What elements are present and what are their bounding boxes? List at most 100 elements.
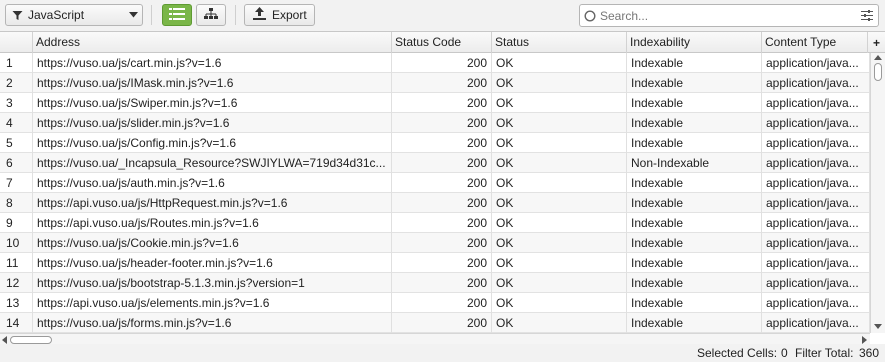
horizontal-scrollbar[interactable] [0, 333, 870, 344]
status-code-cell[interactable]: 200 [392, 273, 492, 293]
table-row[interactable]: 11 https://vuso.ua/js/header-footer.min.j… [0, 253, 870, 273]
indexability-cell[interactable]: Indexable [627, 53, 762, 73]
status-code-cell[interactable]: 200 [392, 53, 492, 73]
status-cell[interactable]: OK [492, 133, 627, 153]
row-index[interactable]: 10 [0, 233, 33, 253]
column-header-content-type[interactable]: Content Type [762, 32, 868, 53]
row-index[interactable]: 3 [0, 93, 33, 113]
status-cell[interactable]: OK [492, 193, 627, 213]
address-cell[interactable]: https://vuso.ua/js/bootstrap-5.1.3.min.j… [33, 273, 392, 293]
status-cell[interactable]: OK [492, 153, 627, 173]
filter-settings-icon[interactable] [856, 10, 878, 21]
filter-dropdown[interactable]: JavaScript [5, 4, 143, 26]
address-cell[interactable]: https://vuso.ua/js/header-footer.min.js?… [33, 253, 392, 273]
content-type-cell[interactable]: application/java... [762, 253, 870, 273]
table-row[interactable]: 8 https://api.vuso.ua/js/HttpRequest.min.… [0, 193, 870, 213]
table-row[interactable]: 2 https://vuso.ua/js/IMask.min.js?v=1.6 20… [0, 73, 870, 93]
status-cell[interactable]: OK [492, 173, 627, 193]
status-code-cell[interactable]: 200 [392, 233, 492, 253]
row-index[interactable]: 2 [0, 73, 33, 93]
column-header-status-code[interactable]: Status Code [392, 32, 492, 53]
indexability-cell[interactable]: Indexable [627, 173, 762, 193]
content-type-cell[interactable]: application/java... [762, 233, 870, 253]
status-code-cell[interactable]: 200 [392, 253, 492, 273]
table-row[interactable]: 4 https://vuso.ua/js/slider.min.js?v=1.6 2… [0, 113, 870, 133]
indexability-cell[interactable]: Indexable [627, 273, 762, 293]
export-button[interactable]: Export [244, 4, 315, 26]
scroll-up-icon[interactable] [874, 55, 882, 60]
address-cell[interactable]: https://vuso.ua/js/forms.min.js?v=1.6 [33, 313, 392, 333]
vertical-scrollbar[interactable] [870, 53, 885, 333]
indexability-cell[interactable]: Indexable [627, 93, 762, 113]
address-cell[interactable]: https://vuso.ua/js/cart.min.js?v=1.6 [33, 53, 392, 73]
column-header-status[interactable]: Status [492, 32, 627, 53]
address-cell[interactable]: https://api.vuso.ua/js/elements.min.js?v… [33, 293, 392, 313]
status-code-cell[interactable]: 200 [392, 73, 492, 93]
status-cell[interactable]: OK [492, 273, 627, 293]
scroll-left-icon[interactable] [2, 336, 7, 344]
row-index[interactable]: 13 [0, 293, 33, 313]
add-column-icon[interactable]: + [868, 32, 885, 53]
indexability-cell[interactable]: Indexable [627, 253, 762, 273]
search-input[interactable]: Search... [600, 9, 856, 23]
indexability-cell[interactable]: Indexable [627, 313, 762, 333]
indexability-cell[interactable]: Indexable [627, 213, 762, 233]
content-type-cell[interactable]: application/java... [762, 193, 870, 213]
row-index[interactable]: 6 [0, 153, 33, 173]
status-code-cell[interactable]: 200 [392, 313, 492, 333]
vertical-scroll-thumb[interactable] [874, 63, 882, 81]
content-type-cell[interactable]: application/java... [762, 113, 870, 133]
horizontal-scroll-thumb[interactable] [10, 336, 52, 344]
address-cell[interactable]: https://vuso.ua/js/IMask.min.js?v=1.6 [33, 73, 392, 93]
table-row[interactable]: 7 https://vuso.ua/js/auth.min.js?v=1.6 200… [0, 173, 870, 193]
table-row[interactable]: 9 https://api.vuso.ua/js/Routes.min.js?v=… [0, 213, 870, 233]
status-code-cell[interactable]: 200 [392, 193, 492, 213]
indexability-cell[interactable]: Indexable [627, 233, 762, 253]
content-type-cell[interactable]: application/java... [762, 73, 870, 93]
indexability-cell[interactable]: Non-Indexable [627, 153, 762, 173]
status-cell[interactable]: OK [492, 213, 627, 233]
row-index[interactable]: 11 [0, 253, 33, 273]
status-cell[interactable]: OK [492, 233, 627, 253]
column-header-address[interactable]: Address [33, 32, 392, 53]
indexability-cell[interactable]: Indexable [627, 73, 762, 93]
status-cell[interactable]: OK [492, 73, 627, 93]
address-cell[interactable]: https://vuso.ua/js/auth.min.js?v=1.6 [33, 173, 392, 193]
content-type-cell[interactable]: application/java... [762, 133, 870, 153]
row-index[interactable]: 9 [0, 213, 33, 233]
status-code-cell[interactable]: 200 [392, 153, 492, 173]
scroll-down-icon[interactable] [874, 324, 882, 329]
address-cell[interactable]: https://api.vuso.ua/js/Routes.min.js?v=1… [33, 213, 392, 233]
content-type-cell[interactable]: application/java... [762, 173, 870, 193]
table-row[interactable]: 6 https://vuso.ua/_Incapsula_Resource?SWJ… [0, 153, 870, 173]
content-type-cell[interactable]: application/java... [762, 273, 870, 293]
row-index[interactable]: 1 [0, 53, 33, 73]
row-index[interactable]: 8 [0, 193, 33, 213]
status-cell[interactable]: OK [492, 253, 627, 273]
address-cell[interactable]: https://vuso.ua/js/Swiper.min.js?v=1.6 [33, 93, 392, 113]
content-type-cell[interactable]: application/java... [762, 293, 870, 313]
address-cell[interactable]: https://vuso.ua/js/Config.min.js?v=1.6 [33, 133, 392, 153]
column-header-index[interactable] [0, 32, 33, 53]
address-cell[interactable]: https://vuso.ua/_Incapsula_Resource?SWJI… [33, 153, 392, 173]
address-cell[interactable]: https://vuso.ua/js/slider.min.js?v=1.6 [33, 113, 392, 133]
content-type-cell[interactable]: application/java... [762, 313, 870, 333]
indexability-cell[interactable]: Indexable [627, 293, 762, 313]
status-cell[interactable]: OK [492, 113, 627, 133]
address-cell[interactable]: https://vuso.ua/js/Cookie.min.js?v=1.6 [33, 233, 392, 253]
table-row[interactable]: 5 https://vuso.ua/js/Config.min.js?v=1.6 2… [0, 133, 870, 153]
content-type-cell[interactable]: application/java... [762, 213, 870, 233]
table-row[interactable]: 12 https://vuso.ua/js/bootstrap-5.1.3.min… [0, 273, 870, 293]
row-index[interactable]: 14 [0, 313, 33, 333]
status-code-cell[interactable]: 200 [392, 93, 492, 113]
row-index[interactable]: 7 [0, 173, 33, 193]
column-header-indexability[interactable]: Indexability [627, 32, 762, 53]
status-code-cell[interactable]: 200 [392, 293, 492, 313]
table-row[interactable]: 3 https://vuso.ua/js/Swiper.min.js?v=1.6 2… [0, 93, 870, 113]
table-row[interactable]: 13 https://api.vuso.ua/js/elements.min.js… [0, 293, 870, 313]
table-row[interactable]: 1 https://vuso.ua/js/cart.min.js?v=1.6 200… [0, 53, 870, 73]
content-type-cell[interactable]: application/java... [762, 153, 870, 173]
content-type-cell[interactable]: application/java... [762, 93, 870, 113]
status-cell[interactable]: OK [492, 93, 627, 113]
table-row[interactable]: 14 https://vuso.ua/js/forms.min.js?v=1.6 2… [0, 313, 870, 333]
